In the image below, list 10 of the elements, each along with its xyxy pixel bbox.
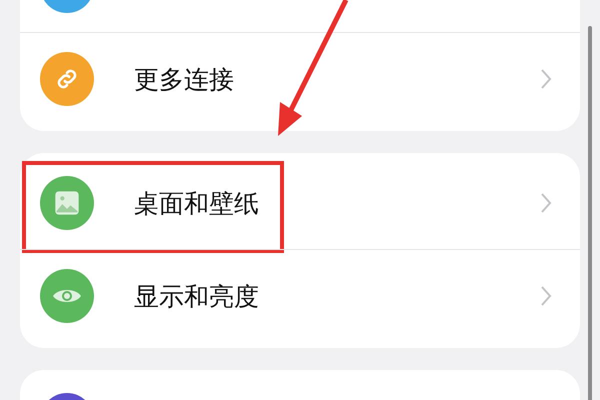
item-label: 更多连接 [134,64,235,96]
settings-item[interactable]: 桌面和壁纸 [20,157,580,249]
settings-item[interactable]: 更多连接 [20,32,580,125]
chevron-icon [540,192,552,214]
chevron-icon [540,68,552,90]
settings-item[interactable]: 显示和亮度 [20,249,580,342]
chevron-icon [540,285,552,307]
image-icon [53,189,81,217]
item-label: 显示和亮度 [134,280,260,312]
item-label: 桌面和壁纸 [134,188,260,220]
